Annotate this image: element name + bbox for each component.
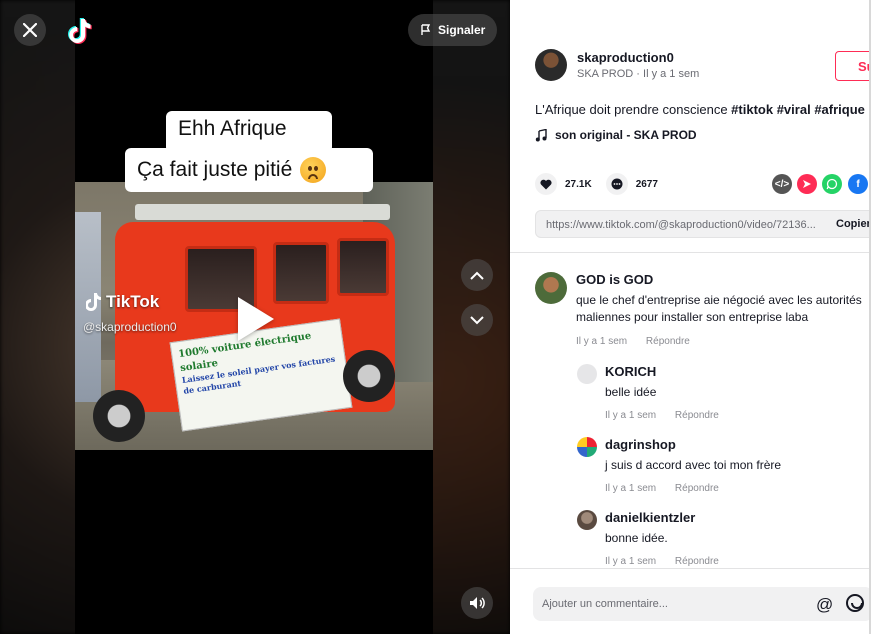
- comment-meta: Il y a 1 sem Répondre: [605, 483, 871, 494]
- tiktok-note-icon: [86, 293, 101, 311]
- comment-text: bonne idée.: [605, 531, 668, 545]
- whatsapp-icon: [826, 178, 838, 190]
- facebook-share-button[interactable]: f: [848, 174, 868, 194]
- hashtag-link[interactable]: #tiktok: [731, 102, 773, 117]
- send-share-button[interactable]: [797, 174, 817, 194]
- hashtag-link[interactable]: #afrique: [814, 102, 865, 117]
- description-text: L'Afrique doit prendre conscience: [535, 102, 728, 117]
- comment-text: j suis d accord avec toi mon frère: [605, 458, 782, 472]
- comment-button[interactable]: [605, 173, 628, 195]
- car-window: [273, 242, 329, 304]
- caption-line-2-box: Ça fait juste pitié: [125, 148, 373, 192]
- send-arrow-icon: [803, 180, 811, 188]
- embed-code-icon: </>: [774, 178, 790, 190]
- comment-time: Il y a 1 sem: [605, 410, 657, 422]
- commenter-name[interactable]: GOD is GOD: [576, 272, 871, 287]
- report-label: Signaler: [438, 23, 486, 37]
- watermark-username: @skaproduction0: [83, 320, 177, 334]
- hashtag-link[interactable]: #viral: [777, 102, 811, 117]
- author-username[interactable]: skaproduction0: [577, 50, 699, 65]
- heart-icon: [540, 179, 552, 189]
- mention-icon[interactable]: @: [816, 595, 833, 615]
- copy-link-button[interactable]: Copier: [836, 218, 871, 230]
- commenter-avatar[interactable]: [577, 437, 597, 457]
- comment-time: Il y a 1 sem: [576, 335, 628, 347]
- flag-icon: [421, 24, 431, 35]
- comment-meta: Il y a 1 sem Répondre: [576, 336, 871, 347]
- caption-line-1: Ehh Afrique: [166, 111, 332, 153]
- author-avatar[interactable]: [535, 49, 567, 81]
- next-video-button[interactable]: [461, 304, 493, 336]
- reply-item: danielkientzler bonne idée. Il y a 1 sem…: [577, 510, 871, 567]
- sad-face-icon: [300, 157, 327, 183]
- comment-time: Il y a 1 sem: [605, 483, 657, 495]
- comment-meta: Il y a 1 sem Répondre: [605, 556, 871, 567]
- close-button[interactable]: [14, 14, 46, 46]
- previous-video-button[interactable]: [461, 259, 493, 291]
- speaker-icon: [470, 597, 485, 609]
- like-count: 27.1K: [565, 178, 592, 190]
- comment-item: GOD is GOD que le chef d'entreprise aie …: [535, 272, 871, 347]
- chevron-down-icon: [470, 315, 484, 324]
- reply-button[interactable]: Répondre: [675, 410, 719, 421]
- chevron-up-icon: [470, 271, 484, 280]
- details-panel: skaproduction0 SKA PROD · Il y a 1 sem S…: [510, 0, 871, 634]
- comment-meta: Il y a 1 sem Répondre: [605, 410, 871, 421]
- comment-bubble-icon: [611, 178, 623, 190]
- follow-button[interactable]: Su: [835, 51, 871, 81]
- music-title: son original - SKA PROD: [555, 128, 697, 142]
- commenter-avatar[interactable]: [535, 272, 567, 304]
- comment-time: Il y a 1 sem: [605, 556, 657, 568]
- solar-panel-roof: [135, 204, 390, 220]
- commenter-avatar[interactable]: [577, 510, 597, 530]
- like-button[interactable]: [535, 173, 557, 195]
- car-wheel: [93, 390, 145, 442]
- whatsapp-share-button[interactable]: [822, 174, 842, 194]
- music-note-icon: [535, 128, 547, 141]
- tiktok-logo-icon[interactable]: [67, 17, 93, 45]
- play-icon[interactable]: [238, 297, 274, 341]
- commenter-name[interactable]: danielkientzler: [605, 510, 871, 525]
- comment-text: que le chef d'entreprise aie négocié ave…: [576, 293, 862, 325]
- comment-composer: Ajouter un commentaire... @: [510, 568, 871, 634]
- tiktok-watermark: TikTok: [86, 292, 159, 312]
- car-wheel: [343, 350, 395, 402]
- author-subtitle: SKA PROD · Il y a 1 sem: [577, 68, 700, 80]
- report-button[interactable]: Signaler: [408, 14, 498, 46]
- author-info[interactable]: skaproduction0 SKA PROD · Il y a 1 sem: [535, 49, 699, 81]
- caption-line-2: Ça fait juste pitié: [137, 158, 293, 181]
- comment-count: 2677: [635, 178, 658, 190]
- commenter-avatar[interactable]: [577, 364, 597, 384]
- commenter-name[interactable]: dagrinshop: [605, 437, 871, 452]
- watermark-brand: TikTok: [106, 292, 160, 311]
- engagement-bar: 27.1K 2677: [535, 173, 672, 195]
- reply-item: dagrinshop j suis d accord avec toi mon …: [577, 437, 871, 494]
- video-panel[interactable]: 100% voiture électrique solaire Laissez …: [0, 0, 510, 634]
- reply-button[interactable]: Répondre: [646, 336, 690, 347]
- reply-button[interactable]: Répondre: [675, 556, 719, 567]
- commenter-name[interactable]: KORICH: [605, 364, 871, 379]
- close-icon: [23, 23, 37, 37]
- car-window: [337, 238, 389, 296]
- comment-text: belle idée: [605, 385, 657, 399]
- post-description: L'Afrique doit prendre conscience #tikto…: [535, 102, 865, 117]
- music-link[interactable]: son original - SKA PROD: [535, 128, 697, 142]
- facebook-icon: f: [856, 178, 860, 190]
- reply-item: KORICH belle idée Il y a 1 sem Répondre: [577, 364, 871, 421]
- volume-button[interactable]: [461, 587, 493, 619]
- emoji-icon[interactable]: [846, 594, 864, 612]
- video-link-field[interactable]: https://www.tiktok.com/@skaproduction0/v…: [535, 210, 871, 238]
- embed-share-button[interactable]: </>: [772, 174, 792, 194]
- reply-button[interactable]: Répondre: [675, 483, 719, 494]
- divider: [510, 252, 871, 253]
